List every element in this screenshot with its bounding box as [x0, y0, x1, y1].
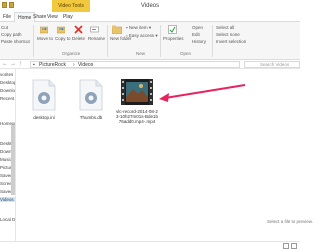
- sidebar-item[interactable]: Recent places: [0, 96, 15, 101]
- open-button[interactable]: Open: [192, 25, 203, 30]
- sidebar-scrollbar[interactable]: [11, 125, 15, 195]
- invert-selection-button[interactable]: Invert selection: [216, 39, 246, 44]
- move-to-icon[interactable]: [40, 25, 48, 34]
- file-item-video[interactable]: vlc-record-2014-08-23-10h27m01s-Bde1b76a…: [115, 79, 159, 124]
- sidebar-item[interactable]: vorites: [0, 72, 15, 77]
- select-none-button[interactable]: Select none: [216, 32, 240, 37]
- status-bar: [0, 241, 300, 250]
- copy-path-button[interactable]: Copy path: [1, 32, 22, 37]
- folder-icon: ▪: [33, 62, 35, 68]
- paste-shortcut-button[interactable]: Paste shortcut: [1, 39, 30, 44]
- delete-icon[interactable]: [74, 25, 83, 34]
- file-item[interactable]: Thumbs.db: [69, 79, 113, 120]
- properties-icon[interactable]: [168, 25, 177, 34]
- new-item-button[interactable]: ▪ New item ▾: [126, 25, 151, 31]
- cut-button[interactable]: Cut: [1, 25, 8, 30]
- chevron-down-icon: ▾: [154, 33, 158, 38]
- copy-to-icon[interactable]: [57, 25, 65, 34]
- chevron-down-icon: ▾: [147, 25, 152, 30]
- rename-button[interactable]: Rename: [88, 36, 105, 41]
- ribbon-separator: [160, 25, 161, 57]
- tab-view[interactable]: View: [47, 12, 58, 22]
- breadcrumb-pictures[interactable]: PictureRock: [39, 62, 66, 68]
- easy-access-button[interactable]: ▫ Easy access ▾: [126, 33, 158, 39]
- details-view-icon[interactable]: [283, 243, 289, 249]
- pointer-arrow: [159, 84, 246, 102]
- tab-share[interactable]: Share: [33, 12, 46, 22]
- view-switcher: [283, 243, 297, 249]
- group-label-open: Open: [180, 51, 192, 56]
- file-name: desktop.ini: [33, 115, 55, 120]
- new-folder-icon[interactable]: [112, 25, 122, 34]
- search-input[interactable]: Search Videos: [244, 61, 300, 68]
- group-label-organize: Organize: [62, 51, 81, 56]
- sidebar-item[interactable]: Desktop: [0, 80, 15, 85]
- group-label-new: New: [136, 51, 146, 56]
- up-icon[interactable]: ↑: [19, 61, 22, 67]
- ribbon: Cut Copy path Paste shortcut Move to Cop…: [0, 22, 300, 60]
- window-title: Videos: [140, 3, 160, 9]
- breadcrumb-videos[interactable]: Videos: [78, 62, 93, 68]
- select-all-button[interactable]: Select all: [216, 25, 234, 30]
- large-icons-view-icon[interactable]: [291, 243, 297, 249]
- file-item[interactable]: desktop.ini: [22, 79, 66, 120]
- sidebar-item[interactable]: Local Disk: [0, 217, 15, 222]
- tab-play[interactable]: Play: [63, 12, 73, 22]
- copy-to-button[interactable]: Copy to: [55, 36, 71, 41]
- ribbon-separator: [107, 25, 108, 57]
- video-thumbnail-icon: [121, 79, 153, 105]
- tab-file[interactable]: File: [3, 12, 11, 22]
- delete-button[interactable]: Delete: [72, 36, 85, 41]
- back-icon[interactable]: ←: [2, 61, 8, 67]
- rename-icon[interactable]: [90, 25, 99, 34]
- title-bar: Video Tools Videos: [0, 0, 300, 12]
- file-list: desktop.ini Thumbs.db vlc-record-2014-08…: [17, 69, 313, 241]
- history-button[interactable]: History: [192, 39, 206, 44]
- forward-icon[interactable]: →: [10, 61, 16, 67]
- chevron-right-icon: ›: [73, 62, 75, 68]
- properties-button[interactable]: Properties: [163, 36, 184, 41]
- ribbon-separator: [212, 25, 213, 57]
- edit-button[interactable]: Edit: [192, 32, 200, 37]
- ribbon-separator: [33, 25, 34, 57]
- sidebar-item[interactable]: Downloads: [0, 88, 15, 93]
- settings-file-icon: [79, 79, 103, 111]
- file-name: Thumbs.db: [79, 115, 103, 120]
- navigation-pane: vorites Desktop Downloads Recent places …: [0, 69, 16, 241]
- ribbon-tabs: File Home Share View Play: [0, 12, 300, 22]
- address-bar: ← → ↑ ▪ PictureRock › Videos Search Vide…: [0, 60, 300, 69]
- sidebar-item-videos[interactable]: Videos: [0, 197, 15, 202]
- preview-pane-message: Select a file to preview.: [267, 219, 314, 224]
- address-field[interactable]: ▪ PictureRock › Videos: [30, 61, 240, 68]
- file-name: vlc-record-2014-08-23-10h27m01s-Bde1b76a…: [115, 109, 159, 124]
- move-to-button[interactable]: Move to: [37, 36, 53, 41]
- settings-file-icon: [32, 79, 56, 111]
